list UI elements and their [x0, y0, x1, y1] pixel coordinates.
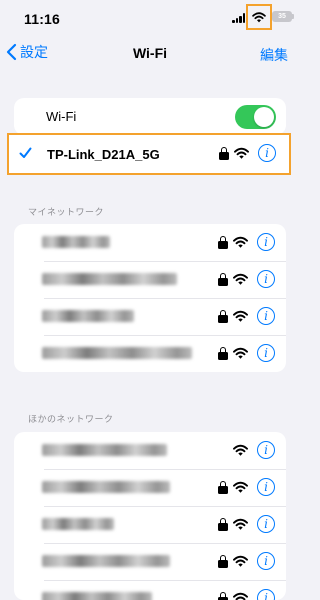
- info-icon[interactable]: i: [257, 441, 275, 459]
- info-icon[interactable]: i: [257, 307, 275, 325]
- network-name-redacted: [42, 444, 167, 456]
- connected-network-row[interactable]: TP-Link_D21A_5G i: [7, 133, 291, 175]
- wifi-toggle-label: Wi-Fi: [46, 109, 77, 124]
- lock-icon: [219, 147, 229, 160]
- wifi-toggle-switch[interactable]: [235, 105, 276, 129]
- network-name-redacted: [42, 236, 110, 248]
- network-name-redacted: [42, 518, 114, 530]
- lock-icon: [218, 555, 228, 568]
- checkmark-icon: [19, 147, 32, 158]
- battery-tip: [292, 14, 294, 19]
- network-row[interactable]: i: [14, 580, 286, 600]
- lock-icon: [218, 592, 228, 600]
- info-icon[interactable]: i: [257, 478, 275, 496]
- network-row[interactable]: i: [14, 506, 286, 543]
- lock-icon: [218, 236, 228, 249]
- status-time: 11:16: [24, 11, 61, 27]
- network-name-redacted: [42, 481, 170, 493]
- lock-icon: [218, 310, 228, 323]
- wifi-toggle-row: Wi-Fi: [14, 98, 286, 135]
- lock-icon: [218, 518, 228, 531]
- wifi-icon: [233, 592, 248, 600]
- lock-icon: [218, 273, 228, 286]
- network-row[interactable]: i: [14, 543, 286, 580]
- network-row[interactable]: i: [14, 432, 286, 469]
- lock-icon: [218, 347, 228, 360]
- network-name-redacted: [42, 273, 177, 285]
- network-row[interactable]: i: [14, 469, 286, 506]
- signal-icon: [232, 13, 246, 23]
- other-networks-group: i i i i i: [14, 432, 286, 600]
- wifi-icon: [233, 518, 248, 530]
- network-row[interactable]: i: [14, 335, 286, 372]
- network-name-redacted: [42, 555, 170, 567]
- edit-button[interactable]: 編集: [260, 45, 288, 65]
- info-icon[interactable]: i: [257, 233, 275, 251]
- nav-bar: 設定 Wi-Fi 編集: [0, 36, 300, 70]
- status-bar: 11:16 35: [0, 0, 300, 36]
- wifi-icon: [233, 555, 248, 567]
- info-icon[interactable]: i: [257, 589, 275, 600]
- other-networks-header: ほかのネットワーク: [28, 414, 114, 424]
- wifi-icon: [234, 147, 249, 159]
- network-row[interactable]: i: [14, 261, 286, 298]
- network-name-redacted: [42, 592, 152, 600]
- toggle-knob: [254, 107, 274, 127]
- wifi-icon: [233, 273, 248, 285]
- wifi-icon: [233, 444, 248, 456]
- wifi-icon: [233, 481, 248, 493]
- battery-icon: 35: [272, 11, 292, 22]
- wifi-icon: [233, 310, 248, 322]
- info-icon[interactable]: i: [257, 515, 275, 533]
- info-icon[interactable]: i: [257, 552, 275, 570]
- wifi-toggle-group: Wi-Fi: [14, 98, 286, 135]
- info-icon[interactable]: i: [257, 270, 275, 288]
- info-icon[interactable]: i: [258, 144, 276, 162]
- my-networks-group: i i i i: [14, 224, 286, 372]
- lock-icon: [218, 481, 228, 494]
- my-networks-header: マイネットワーク: [28, 207, 105, 217]
- network-row[interactable]: i: [14, 298, 286, 335]
- wifi-icon: [233, 347, 248, 359]
- page-title: Wi-Fi: [132, 45, 168, 61]
- network-name-redacted: [42, 347, 192, 359]
- network-name-redacted: [42, 310, 134, 322]
- status-wifi-icon: [246, 4, 272, 30]
- wifi-icon: [233, 236, 248, 248]
- network-row[interactable]: i: [14, 224, 286, 261]
- connected-network-name: TP-Link_D21A_5G: [47, 147, 160, 162]
- info-icon[interactable]: i: [257, 344, 275, 362]
